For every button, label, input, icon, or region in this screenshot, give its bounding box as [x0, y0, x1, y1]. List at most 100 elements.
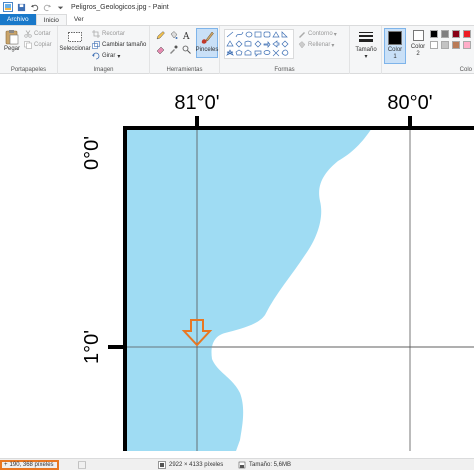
color1-label: Color 1: [387, 47, 403, 60]
tools-group: A Pinceles Herramientas: [150, 26, 220, 74]
size-group: Tamaño ▾: [350, 26, 382, 74]
color1-button[interactable]: Color 1: [384, 28, 406, 64]
chevron-down-icon: ▾: [331, 42, 335, 49]
cursor-crosshair-icon: +: [4, 462, 8, 468]
save-icon[interactable]: [17, 3, 26, 12]
chevron-down-icon: ▾: [333, 31, 337, 38]
file-size: Tamaño: 5,6MB: [238, 460, 291, 470]
scissors-icon: [24, 30, 32, 38]
chevron-down-icon: ▾: [364, 54, 368, 60]
shapes-group: Contorno ▾ Rellenar ▾ Formas: [220, 26, 350, 74]
title-bar: Peligros_Geologicos.jpg - Paint: [0, 0, 474, 14]
rotate-button[interactable]: Girar ▾: [92, 52, 120, 60]
crop-label: Recortar: [102, 31, 126, 37]
shapes-gallery[interactable]: [224, 29, 294, 59]
magnifier-icon[interactable]: [182, 45, 191, 54]
tab-view[interactable]: Ver: [67, 14, 91, 25]
tab-home[interactable]: Inicio: [35, 14, 67, 25]
redo-icon[interactable]: [43, 3, 52, 12]
chevron-down-icon: ▾: [117, 53, 121, 60]
lon-label-81: 81°0': [174, 92, 219, 114]
selection-size: [78, 460, 89, 470]
color1-swatch: [388, 31, 402, 45]
palette-color-swatch[interactable]: [441, 41, 449, 49]
paste-label: Pegar: [3, 46, 20, 52]
fill-icon: [298, 41, 306, 49]
image-group-label: Imagen: [93, 67, 114, 73]
resize-label: Cambiar tamaño: [102, 42, 147, 48]
selection-size-icon: [78, 461, 86, 469]
lat-label-0: 0°0': [81, 136, 103, 170]
colors-group: Color 1 Color 2 Colo: [382, 26, 474, 74]
pencil-icon[interactable]: [156, 31, 165, 40]
resize-button[interactable]: Cambiar tamaño: [92, 41, 146, 49]
outline-brush-icon: [299, 32, 305, 38]
size-button[interactable]: Tamaño ▾: [355, 30, 377, 60]
image-dimensions: 2922 × 4133 píxeles: [158, 460, 223, 470]
cut-label: Cortar: [34, 31, 51, 37]
rotate-label: Girar: [102, 53, 116, 59]
colors-group-label: Colo: [459, 67, 472, 73]
ribbon: Pegar Cortar Copiar Portapapeles Selecci…: [0, 26, 474, 74]
text-tool-icon[interactable]: A: [182, 31, 191, 40]
image-dimensions-text: 2922 × 4133 píxeles: [169, 462, 224, 468]
select-label: Seleccionar: [59, 46, 91, 52]
image-group: Seleccionar Recortar Cambiar tamaño Gira…: [58, 26, 150, 74]
eraser-icon[interactable]: [156, 45, 165, 54]
outline-label: Contorno: [308, 31, 333, 37]
color2-button[interactable]: Color 2: [408, 29, 428, 58]
copy-button[interactable]: Copiar: [24, 41, 52, 49]
copy-label: Copiar: [34, 42, 52, 48]
line-width-icon: [359, 32, 373, 42]
lat-label-1: 1°0': [81, 330, 103, 364]
canvas-area[interactable]: 81°0' 80°0' 0°0' 1°0': [0, 75, 474, 458]
palette-color-swatch[interactable]: [452, 41, 460, 49]
fill-bucket-icon[interactable]: [169, 31, 178, 40]
clipboard-group-label: Portapapeles: [10, 67, 47, 73]
cursor-position: + 190, 368 píxeles: [0, 460, 59, 470]
tools-group-label: Herramientas: [166, 67, 203, 73]
fill-label: Rellenar: [308, 42, 331, 48]
outline-button[interactable]: Contorno ▾: [298, 30, 337, 38]
rotate-icon: [92, 52, 100, 60]
ribbon-tabs: Archivo Inicio Ver: [0, 14, 474, 26]
fill-button[interactable]: Rellenar ▾: [298, 41, 334, 49]
brushes-button[interactable]: Pinceles: [196, 28, 218, 58]
clipboard-icon: [5, 30, 19, 45]
palette-color-swatch[interactable]: [452, 30, 460, 38]
tab-file[interactable]: Archivo: [0, 14, 36, 25]
image-dimensions-icon: [158, 461, 166, 469]
window-title: Peligros_Geologicos.jpg - Paint: [71, 3, 169, 11]
color-picker-icon[interactable]: [169, 45, 178, 54]
shapes-group-label: Formas: [274, 67, 295, 73]
palette-color-swatch[interactable]: [430, 30, 438, 38]
lon-label-80: 80°0': [387, 92, 432, 114]
palette-color-swatch[interactable]: [463, 41, 471, 49]
color2-label: Color 2: [410, 44, 426, 57]
paint-app-icon: [3, 2, 13, 12]
clipboard-group: Pegar Cortar Copiar Portapapeles: [0, 26, 58, 74]
svg-text:A: A: [182, 32, 190, 40]
select-button[interactable]: Seleccionar: [59, 29, 91, 52]
customize-toolbar-icon[interactable]: [56, 3, 65, 12]
undo-icon[interactable]: [30, 3, 39, 12]
crop-icon: [92, 30, 100, 38]
shapes-gallery-icons: [226, 31, 289, 57]
selection-icon: [68, 32, 82, 42]
file-size-text: Tamaño: 5,6MB: [249, 462, 292, 468]
crop-button[interactable]: Recortar: [92, 30, 125, 38]
paste-button[interactable]: Pegar: [3, 29, 21, 52]
copy-icon: [24, 41, 32, 49]
palette-color-swatch[interactable]: [463, 30, 471, 38]
brush-icon: [201, 31, 214, 44]
file-size-icon: [238, 461, 246, 469]
palette-color-swatch[interactable]: [441, 30, 449, 38]
resize-icon: [92, 41, 100, 49]
cursor-position-text: 190, 368 píxeles: [9, 462, 54, 468]
palette-color-swatch[interactable]: [430, 41, 438, 49]
color2-swatch: [412, 30, 424, 41]
map-image[interactable]: 81°0' 80°0' 0°0' 1°0': [0, 75, 474, 458]
cut-button[interactable]: Cortar: [24, 30, 51, 38]
brushes-label: Pinceles: [195, 47, 219, 53]
status-bar: + 190, 368 píxeles 2922 × 4133 píxeles T…: [0, 458, 474, 470]
